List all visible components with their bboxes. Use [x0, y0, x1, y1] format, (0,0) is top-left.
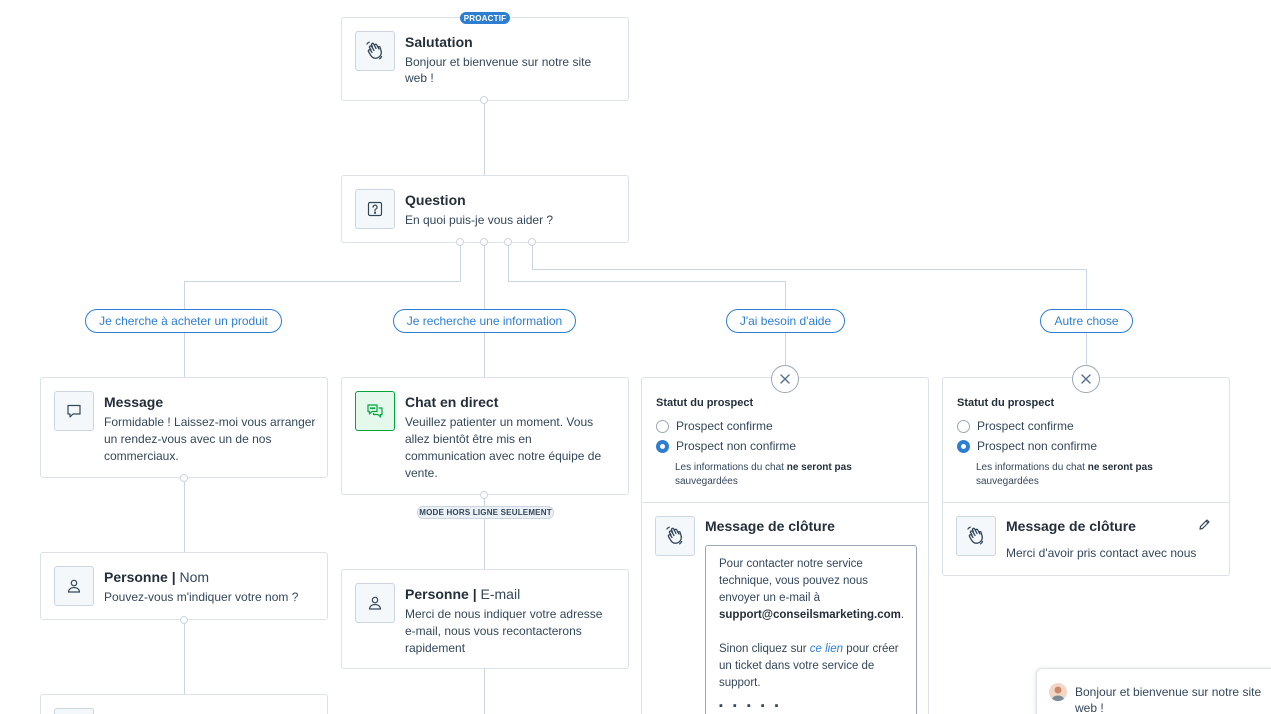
- other-closing-text: Merci d'avoir pris contact avec nous: [1006, 546, 1197, 560]
- help-status-title: Statut du prospect: [656, 397, 754, 409]
- other-end-card[interactable]: Statut du prospect Prospect confirme Pro…: [942, 377, 1230, 576]
- other-closing-title: Message de clôture: [1006, 518, 1136, 534]
- chat-preview-text: Bonjour et bienvenue sur notre site web …: [1075, 685, 1262, 714]
- message-card[interactable]: Message Formidable ! Laissez-moi vous ar…: [40, 377, 328, 478]
- speech-bubble-icon: [54, 708, 94, 714]
- help-end-card[interactable]: Statut du prospect Prospect confirme Pro…: [641, 377, 929, 714]
- help-note-bold: ne seront pas: [786, 462, 852, 473]
- help-option-unconfirmed-label: Prospect non confirme: [676, 439, 797, 453]
- question-port-2[interactable]: [480, 238, 488, 246]
- offline-only-badge: MODE HORS LIGNE SEULEMENT: [417, 506, 554, 519]
- other-divider: [943, 502, 1229, 503]
- person-name-text: Pouvez-vous m'indiquer votre nom ?: [104, 590, 299, 604]
- branch-pill-other[interactable]: Autre chose: [1040, 309, 1133, 333]
- question-port-4[interactable]: [528, 238, 536, 246]
- greeting-output-port[interactable]: [480, 96, 488, 104]
- other-note-suffix: sauvegardées: [976, 476, 1039, 487]
- person-email-text: Merci de nous indiquer votre adresse e-m…: [405, 607, 603, 655]
- proactive-badge: PROACTIF: [460, 12, 510, 24]
- person-email-label: Personne: [405, 586, 469, 602]
- pencil-icon[interactable]: [1198, 518, 1211, 536]
- question-text: En quoi puis-je vous aider ?: [405, 213, 554, 227]
- branch-pill-buy[interactable]: Je cherche à acheter un produit: [85, 309, 282, 333]
- editor-link[interactable]: ce lien: [810, 643, 843, 655]
- avatar: [1049, 683, 1067, 701]
- editor-after-email: .: [900, 609, 905, 621]
- radio-checked[interactable]: [957, 439, 970, 453]
- question-icon: [355, 189, 395, 229]
- help-close-button[interactable]: [771, 365, 799, 393]
- greeting-text: Bonjour et bienvenue sur notre site web …: [405, 55, 592, 85]
- link-icon[interactable]: ▪: [747, 698, 751, 712]
- other-note-bold: ne seront pas: [1087, 462, 1153, 473]
- other-option-confirmed[interactable]: Prospect confirme: [957, 419, 1074, 433]
- help-option-confirmed[interactable]: Prospect confirme: [656, 419, 773, 433]
- message-text: Formidable ! Laissez-moi vous arranger u…: [104, 415, 316, 463]
- wave-hand-icon: [655, 516, 695, 556]
- speech-bubble-icon: [54, 391, 94, 431]
- help-closing-title: Message de clôture: [705, 518, 835, 534]
- italic-icon[interactable]: ▪: [733, 698, 737, 712]
- live-chat-text: Veuillez patienter un moment. Vous allez…: [405, 415, 602, 480]
- closing-message-editor[interactable]: Pour contacter notre service technique, …: [705, 545, 917, 714]
- help-save-note: Les informations du chat ne seront pas s…: [675, 461, 905, 489]
- help-divider: [642, 502, 928, 503]
- help-note-prefix: Les informations du chat: [675, 462, 787, 473]
- other-status-title: Statut du prospect: [957, 397, 1055, 409]
- person-name-card[interactable]: Personne | Nom Pouvez-vous m'indiquer vo…: [40, 552, 328, 620]
- editor-email: support@conseilsmarketing.com: [719, 609, 901, 621]
- question-card[interactable]: Question En quoi puis-je vous aider ?: [341, 175, 629, 243]
- message-output-port[interactable]: [180, 474, 188, 482]
- bold-icon[interactable]: ▪: [719, 698, 723, 712]
- other-note-prefix: Les informations du chat: [976, 462, 1088, 473]
- editor-toolbar: ▪ ▪ ▪ ▪ ▪: [719, 698, 903, 712]
- editor-line1: Pour contacter notre service technique, …: [719, 558, 868, 604]
- chat-preview[interactable]: Bonjour et bienvenue sur notre site web …: [1036, 668, 1271, 714]
- question-port-1[interactable]: [456, 238, 464, 246]
- branch-pill-help[interactable]: J'ai besoin d'aide: [726, 309, 845, 333]
- person-name-label: Personne: [104, 569, 168, 585]
- radio-unchecked[interactable]: [656, 419, 669, 433]
- chat-bubbles-icon: [355, 391, 395, 431]
- wave-hand-icon: [355, 31, 395, 71]
- other-option-unconfirmed-label: Prospect non confirme: [977, 439, 1098, 453]
- person-name-output-port[interactable]: [180, 616, 188, 624]
- other-save-note: Les informations du chat ne seront pas s…: [976, 461, 1206, 489]
- other-option-unconfirmed[interactable]: Prospect non confirme: [957, 439, 1097, 453]
- image-icon[interactable]: ▪: [761, 698, 765, 712]
- person-email-field: E-mail: [480, 586, 521, 602]
- person-email-title: Personne | E-mail: [405, 586, 520, 602]
- greeting-card[interactable]: Salutation Bonjour et bienvenue sur notr…: [341, 17, 629, 101]
- message-title: Message: [104, 394, 164, 410]
- question-port-3[interactable]: [504, 238, 512, 246]
- live-chat-output-port[interactable]: [480, 491, 488, 499]
- person-name-field: Nom: [179, 569, 210, 585]
- branch-pill-info[interactable]: Je recherche une information: [393, 309, 576, 333]
- person-name-separator: |: [171, 569, 176, 585]
- wave-hand-icon: [956, 516, 996, 556]
- close-icon: [1081, 374, 1091, 384]
- help-option-unconfirmed[interactable]: Prospect non confirme: [656, 439, 796, 453]
- editor-line2-prefix: Sinon cliquez sur: [719, 643, 810, 655]
- help-option-confirmed-label: Prospect confirme: [676, 419, 773, 433]
- other-close-button[interactable]: [1072, 365, 1100, 393]
- greeting-title: Salutation: [405, 34, 473, 50]
- live-chat-card[interactable]: Chat en direct Veuillez patienter un mom…: [341, 377, 629, 495]
- person-email-card[interactable]: Personne | E-mail Merci de nous indiquer…: [341, 569, 629, 669]
- message-card-partial[interactable]: [40, 694, 328, 714]
- radio-checked[interactable]: [656, 439, 669, 453]
- other-option-confirmed-label: Prospect confirme: [977, 419, 1074, 433]
- person-icon: [54, 566, 94, 606]
- radio-unchecked[interactable]: [957, 419, 970, 433]
- list-icon[interactable]: ▪: [775, 698, 779, 712]
- person-email-separator: |: [472, 586, 477, 602]
- person-icon: [355, 583, 395, 623]
- person-name-title: Personne | Nom: [104, 569, 209, 585]
- help-note-suffix: sauvegardées: [675, 476, 738, 487]
- close-icon: [780, 374, 790, 384]
- question-title: Question: [405, 192, 466, 208]
- live-chat-title: Chat en direct: [405, 394, 499, 410]
